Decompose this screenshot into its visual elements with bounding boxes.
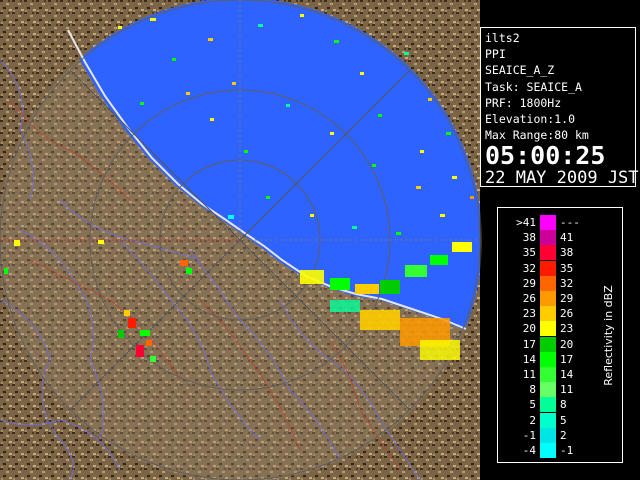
radar-info-panel: ilts2 PPI SEAICE_A_Z Task: SEAICE_A PRF:… [480, 27, 639, 189]
legend-low-value: 17 [522, 337, 536, 351]
legend-high-value: 41 [560, 231, 574, 245]
legend-low-value: 23 [522, 307, 536, 321]
legend-low-value: 38 [522, 231, 536, 245]
scan-date: 22 MAY 2009 JST [485, 168, 639, 189]
legend-color-swatch [540, 215, 556, 230]
legend-color-swatch [540, 382, 556, 398]
legend-color-swatch [540, 336, 556, 352]
legend-low-value: -4 [522, 444, 536, 457]
legend-low-value: 14 [522, 352, 536, 366]
legend-high-value: 29 [560, 292, 574, 305]
legend-low-value: >41 [516, 216, 536, 229]
legend-color-swatch [540, 397, 556, 413]
legend-high-value: 14 [560, 368, 574, 381]
legend-high-value: -1 [560, 444, 574, 457]
product-name: SEAICE_A_Z [485, 63, 555, 78]
legend-color-swatch [540, 230, 556, 246]
elevation-value: Elevation:1.0 [485, 112, 576, 127]
legend-high-value: 32 [560, 276, 574, 290]
legend-color-swatch [540, 427, 556, 443]
legend-high-value: 5 [560, 413, 567, 427]
legend-color-swatch [540, 367, 556, 382]
legend-high-value: 35 [560, 261, 574, 275]
legend-color-swatch [540, 245, 556, 261]
legend-high-value: 38 [560, 246, 574, 260]
legend-high-value: 20 [560, 337, 574, 351]
prf-value: PRF: 1800Hz [485, 95, 562, 110]
legend-high-value: 17 [560, 352, 574, 366]
legend-low-value: 20 [522, 322, 536, 336]
legend-low-value: 5 [529, 398, 536, 412]
legend-low-value: 11 [522, 368, 536, 381]
legend-unit-text: Reflectivity in dBZ [601, 284, 615, 386]
legend-high-value: 26 [560, 307, 574, 321]
legend-low-value: 32 [522, 261, 536, 275]
reflectivity-legend: >41 --- 38 41 35 38 32 35 29 32 26 29 23 26 20 23 17 20 14… [497, 207, 623, 463]
legend-color-swatch [540, 306, 556, 322]
legend-high-value: 11 [560, 383, 574, 397]
legend-color-swatch [540, 275, 556, 291]
legend-unit-label: Reflectivity in dBZ [595, 208, 621, 462]
task-name: Task: SEAICE_A [485, 79, 582, 94]
legend-high-value: 2 [560, 428, 567, 442]
legend-low-value: 35 [522, 246, 536, 260]
legend-low-value: 26 [522, 292, 536, 305]
legend-color-swatch [540, 443, 556, 458]
legend-low-value: 8 [529, 383, 536, 397]
scan-time: 05:00:25 [485, 141, 606, 171]
legend-low-value: -1 [522, 428, 536, 442]
legend-high-value: 23 [560, 322, 574, 336]
legend-high-value: 8 [560, 398, 567, 412]
legend-color-swatch [540, 260, 556, 276]
legend-low-value: 29 [522, 276, 536, 290]
scan-mode: PPI [485, 47, 506, 62]
legend-color-swatch [540, 291, 556, 306]
legend-color-swatch [540, 412, 556, 428]
legend-color-swatch [540, 321, 556, 337]
legend-low-value: 2 [529, 413, 536, 427]
legend-high-value: --- [560, 216, 580, 229]
radar-name: ilts2 [485, 31, 520, 45]
legend-color-swatch [540, 351, 556, 367]
